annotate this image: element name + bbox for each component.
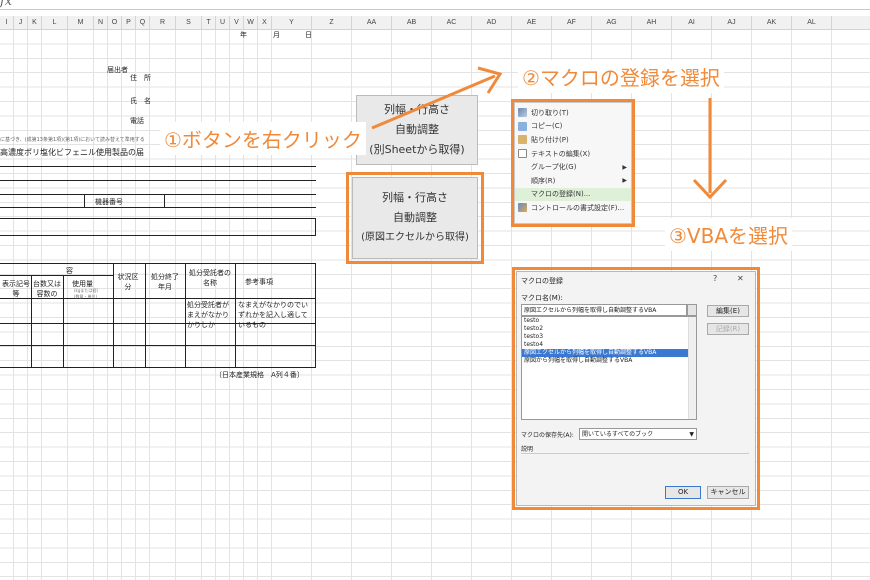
dialog-highlight-frame: [512, 267, 760, 510]
arrow-to-dialog: [692, 98, 728, 200]
arrow-to-menu: [371, 66, 503, 130]
menu-highlight-frame: [511, 99, 635, 227]
